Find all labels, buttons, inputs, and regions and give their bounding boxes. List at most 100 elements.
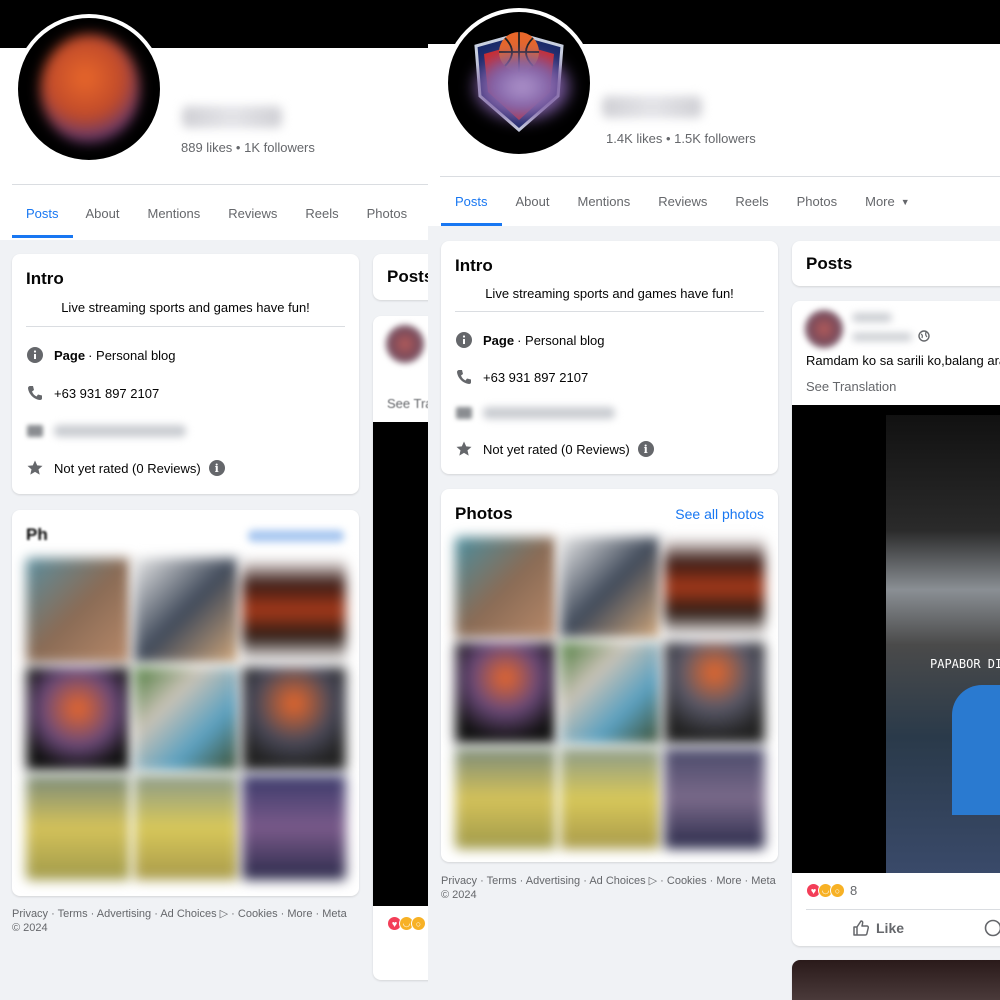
phone-icon [455,368,473,386]
info-icon [26,346,44,364]
photo-thumb[interactable] [664,642,765,744]
photo-thumb[interactable] [559,537,661,639]
phone-row[interactable]: +63 931 897 2107 [26,384,159,402]
tab-about[interactable]: About [516,177,550,226]
photo-thumb[interactable] [26,666,130,772]
photo-thumb[interactable] [559,642,661,744]
page-type: · Personal blog [517,332,605,348]
see-translation-link[interactable]: See Tra [387,396,428,411]
tab-reels[interactable]: Reels [305,188,338,238]
footer-links[interactable]: Privacy · Terms · Advertising · Ad Choic… [441,874,786,902]
post-video[interactable]: PAPABOR DIN [792,405,1000,873]
see-translation-link[interactable]: See Translation [806,379,896,394]
intro-title: Intro [26,269,64,288]
footer-links-text[interactable]: Privacy · Terms · Advertising · Ad Choic… [441,874,786,888]
email-address [54,425,186,437]
page-category-row: Page · Personal blog [455,331,605,349]
tab-bar: Posts About Mentions Reviews Reels Photo… [12,188,407,238]
photo-thumb[interactable] [26,775,130,880]
email-row[interactable] [26,422,186,440]
like-button[interactable]: Like [852,919,904,937]
phone-row[interactable]: +63 931 897 2107 [455,368,588,386]
intro-divider [455,311,764,312]
photo-grid [455,537,765,849]
tab-reviews[interactable]: Reviews [658,177,707,226]
photo-thumb[interactable] [664,537,765,639]
posts-header-card: Posts [792,241,1000,286]
reactions-summary[interactable]: ♥ ◡ ○ 8 [806,883,857,898]
tab-photos[interactable]: Photos [797,177,837,226]
right-screenshot: 1.4K likes • 1.5K followers Posts About … [428,0,1000,1000]
photo-thumb[interactable] [242,558,346,663]
tab-mentions[interactable]: Mentions [148,188,201,238]
photo-thumb[interactable] [242,666,346,772]
header-divider [12,184,428,185]
info-icon [455,331,473,349]
post-video[interactable] [373,422,428,906]
footer-copyright: © 2024 [12,922,48,934]
star-icon [26,459,44,477]
photo-thumb[interactable] [455,747,556,849]
photos-title: Ph [26,525,48,544]
page-label: Page [483,332,515,348]
tab-reviews[interactable]: Reviews [228,188,277,238]
photo-thumb[interactable] [455,537,556,639]
intro-card: Intro Live streaming sports and games ha… [441,241,778,474]
photo-thumb[interactable] [664,747,765,849]
email-icon [455,404,473,422]
rating-info-icon[interactable]: i [637,441,654,457]
tab-reels[interactable]: Reels [735,177,768,226]
reactions-summary[interactable]: ♥ ◡ ○ [387,916,426,931]
profile-avatar[interactable] [444,8,594,158]
photo-thumb[interactable] [559,747,661,849]
tab-posts[interactable]: Posts [12,188,72,238]
tab-mentions[interactable]: Mentions [578,177,631,226]
page-stats: 1.4K likes • 1.5K followers [606,131,756,146]
intro-bio: Live streaming sports and games have fun… [61,300,310,315]
post-author-name[interactable] [852,313,892,322]
photo-grid [26,558,346,880]
post-card: Ramdam ko sa sarili ko,balang araw See T… [792,301,1000,946]
globe-icon [918,329,930,347]
star-icon [455,440,473,458]
photo-thumb[interactable] [134,558,238,663]
footer-links[interactable]: Privacy · Terms · Advertising · Ad Choic… [12,907,362,935]
phone-number: +63 931 897 2107 [483,369,589,385]
photo-thumb[interactable] [134,666,238,772]
tab-photos[interactable]: Photos [367,188,407,238]
post-timestamp[interactable] [852,333,912,341]
rating-row: Not yet rated (0 Reviews) i [455,440,654,458]
photos-card: Photos See all photos [441,489,778,862]
post-author-avatar[interactable] [804,309,844,349]
tab-more-label: More [865,194,895,209]
tab-posts[interactable]: Posts [441,177,501,226]
comment-icon[interactable] [984,919,1000,942]
chevron-down-icon: ▼ [900,196,910,207]
post-author-avatar[interactable] [385,324,425,364]
profile-avatar[interactable] [14,14,164,164]
phone-icon [26,384,44,402]
rating-info-icon[interactable]: i [208,460,225,476]
photo-thumb[interactable] [26,558,130,663]
video-caption: PAPABOR DIN [930,657,1000,671]
tab-bar: Posts About Mentions Reviews Reels Photo… [441,177,910,226]
see-all-photos-link[interactable] [248,530,344,542]
page-label: Page [54,347,86,363]
left-screenshot: 889 likes • 1K followers Posts About Men… [0,0,428,1000]
footer-links-text[interactable]: Privacy · Terms · Advertising · Ad Choic… [12,907,362,921]
email-row[interactable] [455,404,615,422]
tab-more[interactable]: More ▼ [865,177,910,226]
photos-title: Photos [455,504,513,523]
intro-divider [26,326,345,327]
see-all-photos-link[interactable]: See all photos [675,506,764,522]
intro-title: Intro [455,256,493,275]
tab-about[interactable]: About [86,188,120,238]
photo-thumb[interactable] [455,642,556,744]
like-icon [852,919,870,937]
posts-header-card: Posts [373,254,428,300]
photo-thumb[interactable] [242,775,346,880]
next-post-card [792,960,1000,1000]
post-text: Ramdam ko sa sarili ko,balang araw [806,353,1000,368]
photo-thumb[interactable] [134,775,238,880]
rating-row: Not yet rated (0 Reviews) i [26,459,225,477]
